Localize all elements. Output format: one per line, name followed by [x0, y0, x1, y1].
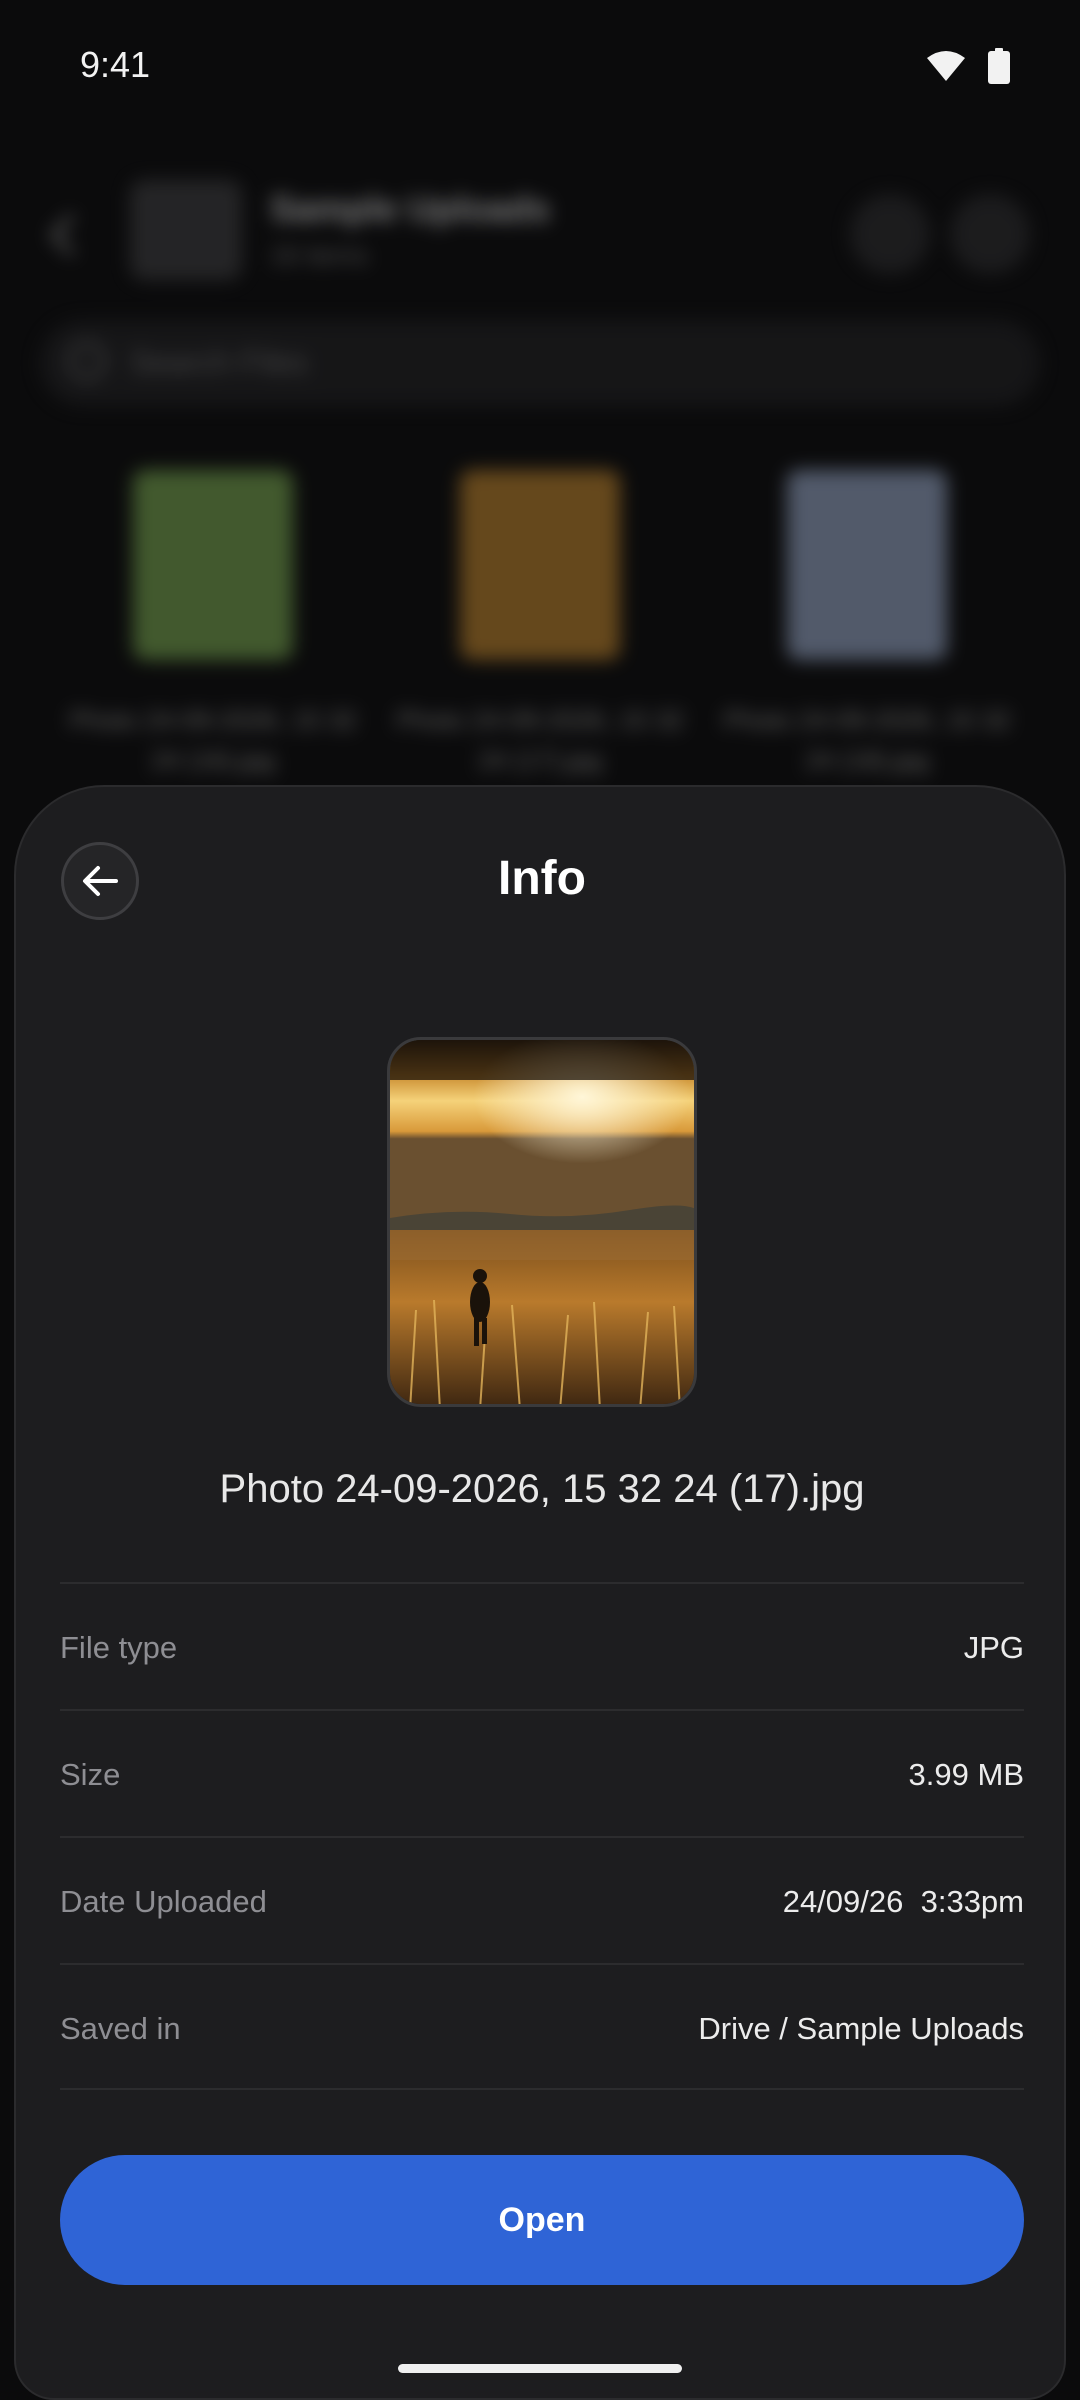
search-placeholder: Search Files — [130, 344, 308, 380]
background-search-bar: Search Files — [40, 320, 1040, 406]
info-sheet: Info Photo 24-09-2026, 15 32 24 (17).jpg… — [14, 785, 1066, 2400]
photo-image — [390, 1040, 694, 1404]
detail-label: File type — [60, 1630, 178, 1665]
more-options-button — [950, 194, 1030, 274]
detail-value: JPG — [963, 1630, 1024, 1665]
background-folder-subtitle: 16 items — [270, 240, 369, 270]
upload-button — [850, 194, 930, 274]
status-icons — [926, 48, 1010, 84]
home-indicator[interactable] — [398, 2364, 682, 2373]
detail-row-saved-in: Saved in Drive / Sample Uploads — [60, 1963, 1024, 2090]
background-header: Sample Uploads 16 items — [0, 180, 1080, 290]
file-details-list: File type JPG Size 3.99 MB Date Uploaded… — [60, 1582, 1024, 2090]
background-folder-title: Sample Uploads — [270, 188, 551, 229]
detail-label: Date Uploaded — [60, 1884, 267, 1919]
background-file-browser: Sample Uploads 16 items Search Files Pho… — [0, 130, 1080, 810]
battery-icon — [988, 48, 1010, 84]
thumbnail — [787, 470, 947, 660]
thumbnail-label: Photo 24-09-2026, 15 32 24 (18).jpg — [723, 705, 1011, 775]
detail-row-date-uploaded: Date Uploaded 24/09/26 3:33pm — [60, 1836, 1024, 1963]
search-icon — [68, 342, 106, 380]
status-bar: 9:41 — [0, 0, 1080, 130]
thumbnail — [133, 470, 293, 660]
status-time: 9:41 — [80, 44, 151, 85]
thumbnail-label: Photo 24-09-2026, 15 32 24 (17).jpg — [396, 705, 684, 775]
thumbnail-label: Photo 24-09-2026, 15 32 24 (16).jpg — [69, 705, 357, 775]
file-name: Photo 24-09-2026, 15 32 24 (17).jpg — [219, 1467, 865, 1511]
detail-value: 24/09/26 3:33pm — [782, 1884, 1024, 1919]
chevron-left-icon — [49, 213, 93, 257]
thumbnail — [460, 470, 620, 660]
folder-thumbnail — [130, 180, 242, 280]
detail-value: Drive / Sample Uploads — [698, 2011, 1024, 2046]
detail-label: Size — [60, 1757, 121, 1792]
detail-row-size: Size 3.99 MB — [60, 1709, 1024, 1836]
detail-row-file-type: File type JPG — [60, 1582, 1024, 1709]
open-button[interactable]: Open — [60, 2155, 1024, 2285]
detail-label: Saved in — [60, 2011, 181, 2046]
wifi-icon — [927, 51, 965, 81]
sheet-title: Info — [498, 852, 586, 905]
detail-value: 3.99 MB — [908, 1757, 1024, 1792]
photo-preview — [387, 1037, 697, 1407]
